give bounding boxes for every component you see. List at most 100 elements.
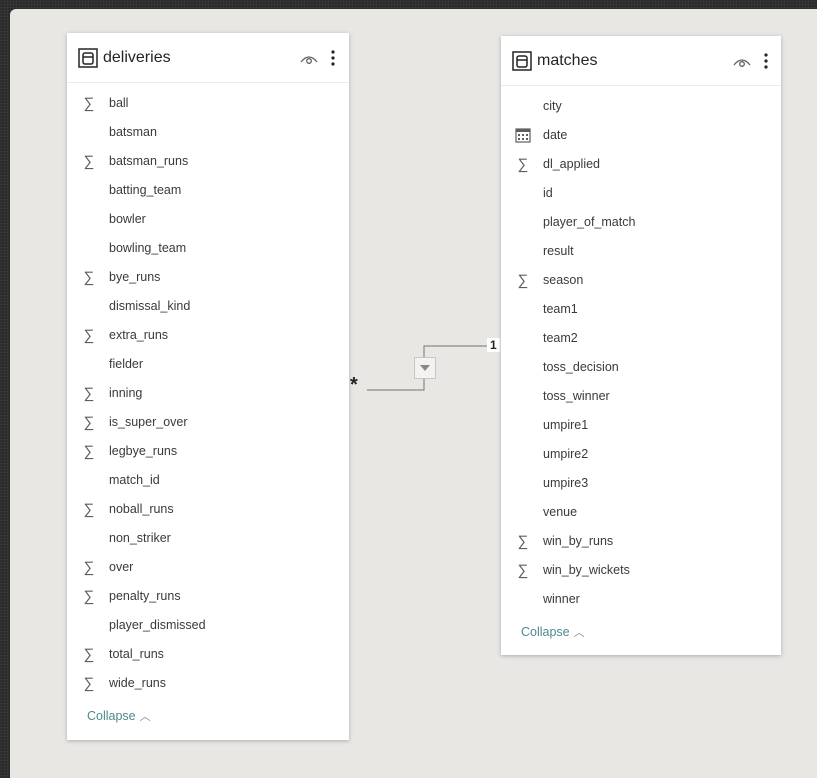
field-name: win_by_runs <box>543 534 614 548</box>
field-winner[interactable]: winner <box>501 585 781 614</box>
sigma-icon: ∑ <box>517 156 529 173</box>
chevron-up-icon: ︿ <box>573 627 585 639</box>
field-toss-winner[interactable]: toss_winner <box>501 382 781 411</box>
field-name: win_by_wickets <box>543 563 630 577</box>
field-bowling-team[interactable]: bowling_team <box>67 234 349 263</box>
field-name: dismissal_kind <box>109 299 191 313</box>
sigma-icon: ∑ <box>83 414 95 431</box>
more-options-icon[interactable] <box>763 51 769 71</box>
field-dismissal-kind[interactable]: dismissal_kind <box>67 292 349 321</box>
field-season[interactable]: ∑ season <box>501 266 781 295</box>
more-options-icon[interactable] <box>330 48 336 68</box>
field-name: ball <box>109 96 129 110</box>
field-city[interactable]: city <box>501 92 781 121</box>
collapse-button[interactable]: Collapse ︿ <box>87 704 349 728</box>
field-date[interactable]: date <box>501 121 781 150</box>
field-noball-runs[interactable]: ∑ noball_runs <box>67 495 349 524</box>
field-is-super-over[interactable]: ∑ is_super_over <box>67 408 349 437</box>
field-name: match_id <box>109 473 160 487</box>
sigma-icon: ∑ <box>83 327 95 344</box>
field-umpire3[interactable]: umpire3 <box>501 469 781 498</box>
field-list: ∑ ball batsman ∑ batsman_runs batting_teambow… <box>67 83 349 698</box>
table-card-matches[interactable]: matches city date ∑ dl_appliedid player_of_m… <box>501 36 781 655</box>
field-batting-team[interactable]: batting_team <box>67 176 349 205</box>
table-icon <box>78 48 98 68</box>
field-name: legbye_runs <box>109 444 178 458</box>
collapse-label: Collapse <box>521 625 570 639</box>
field-total-runs[interactable]: ∑ total_runs <box>67 640 349 669</box>
sigma-icon: ∑ <box>83 559 95 576</box>
field-id[interactable]: id <box>501 179 781 208</box>
field-name: bowler <box>109 212 146 226</box>
cardinality-one-label: 1 <box>487 338 500 352</box>
field-name: season <box>543 273 584 287</box>
field-win-by-wickets[interactable]: ∑ win_by_wickets <box>501 556 781 585</box>
eye-icon[interactable] <box>732 55 752 69</box>
field-extra-runs[interactable]: ∑ extra_runs <box>67 321 349 350</box>
field-name: city <box>543 99 562 113</box>
field-name: winner <box>543 592 580 606</box>
filter-direction-icon[interactable] <box>414 357 436 379</box>
field-ball[interactable]: ∑ ball <box>67 89 349 118</box>
field-venue[interactable]: venue <box>501 498 781 527</box>
field-name: is_super_over <box>109 415 188 429</box>
field-name: non_striker <box>109 531 171 545</box>
field-name: team2 <box>543 331 578 345</box>
cardinality-many-label: * <box>350 374 358 396</box>
field-name: player_of_match <box>543 215 636 229</box>
field-toss-decision[interactable]: toss_decision <box>501 353 781 382</box>
sigma-icon: ∑ <box>83 95 95 112</box>
sigma-icon: ∑ <box>83 675 95 692</box>
sigma-icon: ∑ <box>83 385 95 402</box>
field-result[interactable]: result <box>501 237 781 266</box>
field-list: city date ∑ dl_appliedid player_of_matchresu… <box>501 86 781 614</box>
field-team2[interactable]: team2 <box>501 324 781 353</box>
field-fielder[interactable]: fielder <box>67 350 349 379</box>
field-name: over <box>109 560 134 574</box>
sigma-icon: ∑ <box>83 153 95 170</box>
field-name: wide_runs <box>109 676 166 690</box>
field-batsman-runs[interactable]: ∑ batsman_runs <box>67 147 349 176</box>
field-batsman[interactable]: batsman <box>67 118 349 147</box>
table-title: deliveries <box>103 49 171 66</box>
field-umpire1[interactable]: umpire1 <box>501 411 781 440</box>
field-win-by-runs[interactable]: ∑ win_by_runs <box>501 527 781 556</box>
field-over[interactable]: ∑ over <box>67 553 349 582</box>
field-name: bowling_team <box>109 241 187 255</box>
field-team1[interactable]: team1 <box>501 295 781 324</box>
sigma-icon: ∑ <box>83 646 95 663</box>
table-card-deliveries[interactable]: deliveries ∑ ball batsman ∑ batsman_runsbatt… <box>67 33 349 740</box>
sigma-icon: ∑ <box>517 272 529 289</box>
field-player-dismissed[interactable]: player_dismissed <box>67 611 349 640</box>
sigma-icon: ∑ <box>83 588 95 605</box>
collapse-label: Collapse <box>87 709 136 723</box>
field-name: team1 <box>543 302 578 316</box>
field-name: umpire3 <box>543 476 589 490</box>
field-non-striker[interactable]: non_striker <box>67 524 349 553</box>
field-match-id[interactable]: match_id <box>67 466 349 495</box>
field-penalty-runs[interactable]: ∑ penalty_runs <box>67 582 349 611</box>
field-name: toss_decision <box>543 360 619 374</box>
field-player-of-match[interactable]: player_of_match <box>501 208 781 237</box>
model-canvas[interactable]: * 1 deliveries ∑ ball batsman ∑ batsman_… <box>10 9 817 778</box>
table-icon <box>512 51 532 71</box>
field-name: id <box>543 186 553 200</box>
sigma-icon: ∑ <box>83 269 95 286</box>
field-name: batsman <box>109 125 157 139</box>
field-legbye-runs[interactable]: ∑ legbye_runs <box>67 437 349 466</box>
table-title: matches <box>537 52 598 69</box>
field-name: total_runs <box>109 647 164 661</box>
field-name: batsman_runs <box>109 154 189 168</box>
field-name: result <box>543 244 574 258</box>
field-bowler[interactable]: bowler <box>67 205 349 234</box>
field-bye-runs[interactable]: ∑ bye_runs <box>67 263 349 292</box>
field-dl-applied[interactable]: ∑ dl_applied <box>501 150 781 179</box>
field-wide-runs[interactable]: ∑ wide_runs <box>67 669 349 698</box>
eye-icon[interactable] <box>299 52 319 66</box>
field-umpire2[interactable]: umpire2 <box>501 440 781 469</box>
field-inning[interactable]: ∑ inning <box>67 379 349 408</box>
collapse-button[interactable]: Collapse ︿ <box>521 620 781 644</box>
field-name: noball_runs <box>109 502 174 516</box>
table-header: matches <box>501 36 781 86</box>
field-name: fielder <box>109 357 144 371</box>
